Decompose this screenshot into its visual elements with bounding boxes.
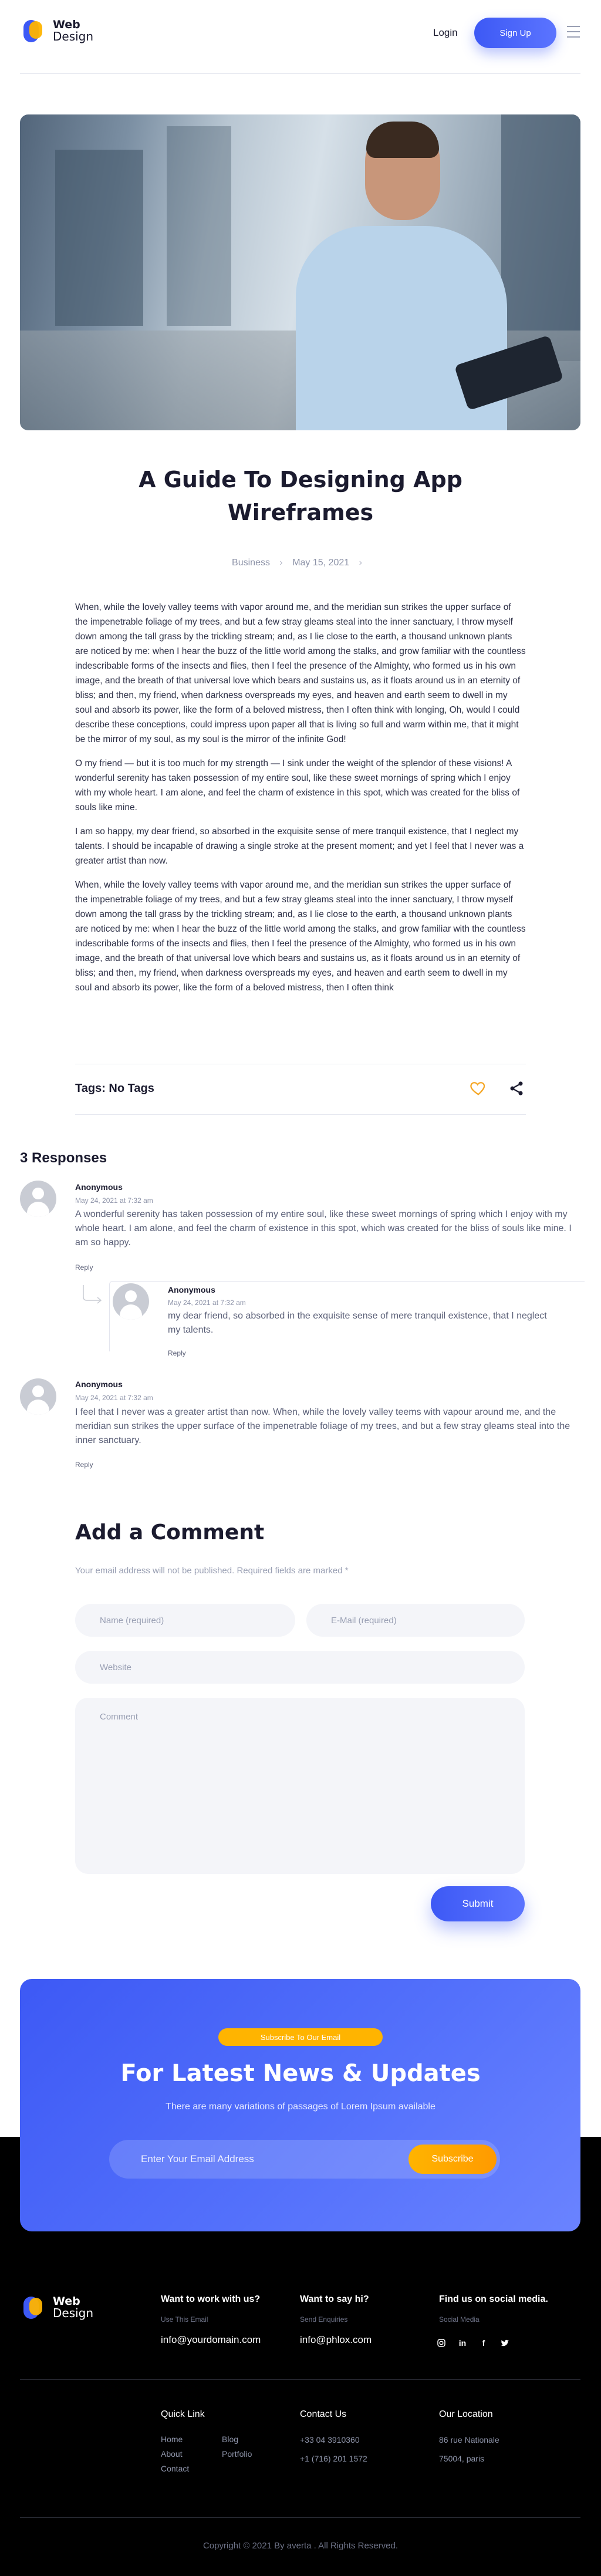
avatar — [20, 1181, 56, 1217]
footer-work-title: Want to work with us? — [161, 2294, 261, 2304]
subscribe-button[interactable]: Subscribe — [408, 2145, 497, 2174]
comment-textarea[interactable]: Comment — [75, 1698, 525, 1874]
logo-text: Web Design — [53, 19, 93, 42]
heart-icon[interactable] — [470, 1079, 487, 1097]
footer-hi-label: Send Enquiries — [300, 2315, 348, 2324]
article-category[interactable]: Business — [232, 558, 270, 568]
site-logo[interactable]: Web Design — [20, 18, 93, 43]
email-field[interactable]: E-Mail (required) — [306, 1604, 525, 1637]
article-paragraph: I am so happy, my dear friend, so absorb… — [75, 827, 524, 866]
reply-link[interactable]: Reply — [168, 1349, 186, 1357]
article-body: When, while the lovely valley teems with… — [75, 600, 526, 1004]
linkedin-icon[interactable]: in — [457, 2337, 468, 2349]
logo-mark-icon — [20, 2294, 46, 2320]
copyright-text: Copyright © 2021 By averta . All Rights … — [202, 2541, 399, 2551]
logo-line1: Web — [53, 2295, 80, 2308]
share-icon[interactable] — [508, 1080, 525, 1097]
article-date: May 15, 2021 — [292, 558, 350, 568]
footer-work-label: Use This Email — [161, 2315, 208, 2324]
reply-link[interactable]: Reply — [75, 1263, 93, 1272]
location-line-1: 86 rue Nationale — [439, 2435, 499, 2444]
hero-image — [20, 114, 580, 430]
twitter-icon[interactable] — [499, 2337, 511, 2349]
website-field[interactable]: Website — [75, 1651, 525, 1684]
article-paragraph: When, while the lovely valley teems with… — [75, 602, 526, 744]
location-line-2: 75004, paris — [439, 2454, 485, 2463]
contact-title: Contact Us — [300, 2409, 347, 2419]
reply-arrow-icon — [83, 1285, 102, 1304]
footer-link-portfolio[interactable]: Portfolio — [222, 2449, 252, 2459]
footer-link-contact[interactable]: Contact — [161, 2464, 189, 2473]
comment-date: May 24, 2021 at 7:32 am — [75, 1196, 153, 1205]
name-field[interactable]: Name (required) — [75, 1604, 295, 1637]
avatar — [20, 1378, 56, 1415]
hamburger-menu-icon[interactable] — [567, 26, 580, 42]
newsletter-subtitle: There are many variations of passages of… — [166, 2102, 435, 2112]
footer-social-label: Social Media — [439, 2315, 480, 2324]
comment-text: my dear friend, so absorbed in the exqui… — [168, 1311, 547, 1335]
instagram-icon[interactable] — [435, 2337, 447, 2349]
article-paragraph: O my friend — but it is too much for my … — [75, 758, 520, 812]
login-link[interactable]: Login — [433, 27, 458, 39]
comment-form-note: Your email address will not be published… — [75, 1566, 349, 1576]
signup-button[interactable]: Sign Up — [474, 18, 556, 48]
tags-label: Tags: No Tags — [75, 1082, 154, 1095]
newsletter-badge: Subscribe To Our Email — [218, 2028, 383, 2046]
comment-author: Anonymous — [75, 1380, 123, 1389]
meta-separator-icon: › — [359, 558, 362, 568]
footer-divider — [20, 2379, 580, 2380]
article-paragraph: When, while the lovely valley teems with… — [75, 880, 526, 993]
logo-mark-icon — [20, 18, 46, 43]
location-title: Our Location — [439, 2409, 493, 2419]
comment-date: May 24, 2021 at 7:32 am — [168, 1299, 246, 1307]
footer-bottom-divider — [20, 2517, 580, 2518]
header-divider — [20, 73, 580, 74]
site-header: Web Design Login Sign Up — [0, 0, 601, 74]
comment-text: I feel that I never was a greater artist… — [75, 1407, 570, 1445]
comment-author: Anonymous — [168, 1285, 215, 1294]
logo-line2: Design — [53, 29, 94, 43]
quicklink-title: Quick Link — [161, 2409, 205, 2419]
footer-logo[interactable]: Web Design — [20, 2294, 93, 2320]
logo-line1: Web — [53, 18, 80, 31]
comment-text: A wonderful serenity has taken possessio… — [75, 1209, 572, 1247]
avatar — [113, 1283, 149, 1320]
footer-hi-email[interactable]: info@phlox.com — [300, 2334, 372, 2346]
reply-link[interactable]: Reply — [75, 1461, 93, 1469]
footer-social-title: Find us on social media. — [439, 2294, 548, 2304]
responses-title: 3 Responses — [20, 1150, 107, 1166]
comment-form-title: Add a Comment — [75, 1520, 265, 1545]
footer-work-email[interactable]: info@yourdomain.com — [161, 2334, 261, 2346]
submit-button[interactable]: Submit — [431, 1886, 525, 1921]
contact-phone-2[interactable]: +1 (716) 201 1572 — [300, 2454, 367, 2463]
tags-divider-bottom — [75, 1114, 526, 1115]
facebook-icon[interactable]: f — [478, 2337, 489, 2349]
comment-date: May 24, 2021 at 7:32 am — [75, 1394, 153, 1402]
footer-link-blog[interactable]: Blog — [222, 2435, 238, 2444]
footer-hi-title: Want to say hi? — [300, 2294, 369, 2304]
contact-phone-1[interactable]: +33 04 3910360 — [300, 2435, 360, 2444]
meta-separator-icon: › — [279, 558, 283, 568]
article-meta: Business › May 15, 2021 › — [0, 558, 601, 568]
comment-author: Anonymous — [75, 1182, 123, 1192]
newsletter-title: For Latest News & Updates — [120, 2060, 481, 2087]
article-title: A Guide To Designing App Wireframes — [139, 467, 462, 525]
logo-line2: Design — [53, 2306, 94, 2320]
footer-link-about[interactable]: About — [161, 2449, 183, 2459]
footer-link-home[interactable]: Home — [161, 2435, 183, 2444]
